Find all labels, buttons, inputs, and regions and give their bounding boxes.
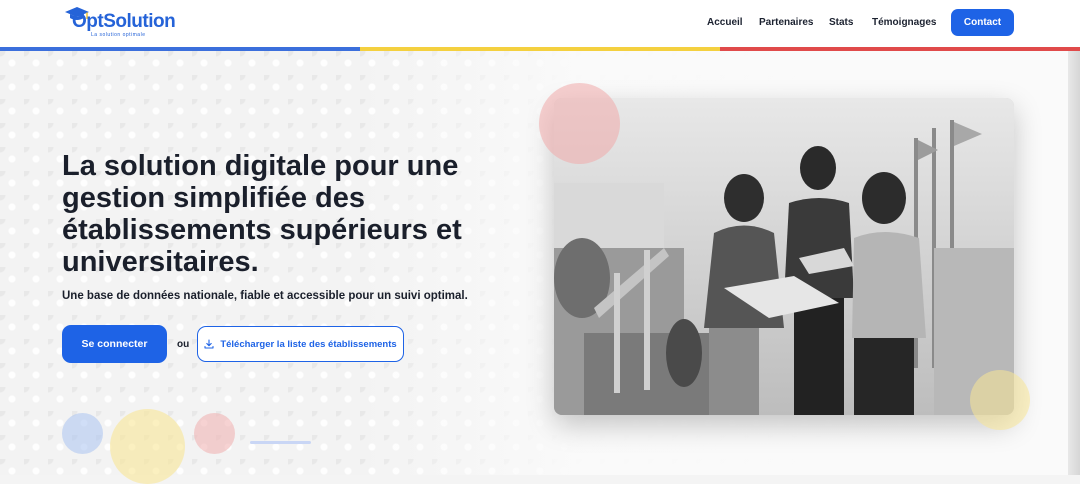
- download-list-label: Télécharger la liste des établissements: [220, 338, 397, 350]
- page-scroll-edge: [1068, 51, 1080, 475]
- logo-wordmark: OptSolution: [72, 11, 176, 32]
- nav-link-partenaires[interactable]: Partenaires: [759, 17, 813, 28]
- brand-bar-yellow: [360, 47, 720, 51]
- decor-circle-yellow: [110, 409, 185, 484]
- download-list-button[interactable]: Télécharger la liste des établissements: [197, 326, 404, 362]
- decor-circle-red: [194, 413, 235, 454]
- contact-button[interactable]: Contact: [951, 9, 1014, 36]
- decor-line: [250, 441, 311, 444]
- decor-circle-red-photo: [539, 83, 620, 164]
- nav-link-temoignages[interactable]: Témoignages: [872, 17, 936, 28]
- brand-color-bar: [0, 47, 1080, 51]
- brand-bar-red: [720, 47, 1080, 51]
- nav-link-stats[interactable]: Stats: [829, 17, 853, 28]
- nav-link-accueil[interactable]: Accueil: [707, 17, 743, 28]
- site-header: OptSolution La solution optimale Accueil…: [0, 0, 1080, 47]
- hero-title: La solution digitale pour une gestion si…: [62, 150, 462, 278]
- logo-tagline: La solution optimale: [91, 32, 146, 38]
- download-icon: [204, 339, 214, 349]
- or-separator: ou: [177, 339, 190, 350]
- decor-circle-blue: [62, 413, 103, 454]
- decor-circle-yellow-photo: [970, 370, 1030, 430]
- site-logo[interactable]: OptSolution La solution optimale: [64, 6, 176, 40]
- students-photo-illustration: [554, 98, 1014, 415]
- brand-bar-blue: [0, 47, 360, 51]
- login-button[interactable]: Se connecter: [62, 325, 167, 363]
- hero-photo-students: [554, 98, 1014, 415]
- hero-subtitle: Une base de données nationale, fiable et…: [62, 290, 468, 302]
